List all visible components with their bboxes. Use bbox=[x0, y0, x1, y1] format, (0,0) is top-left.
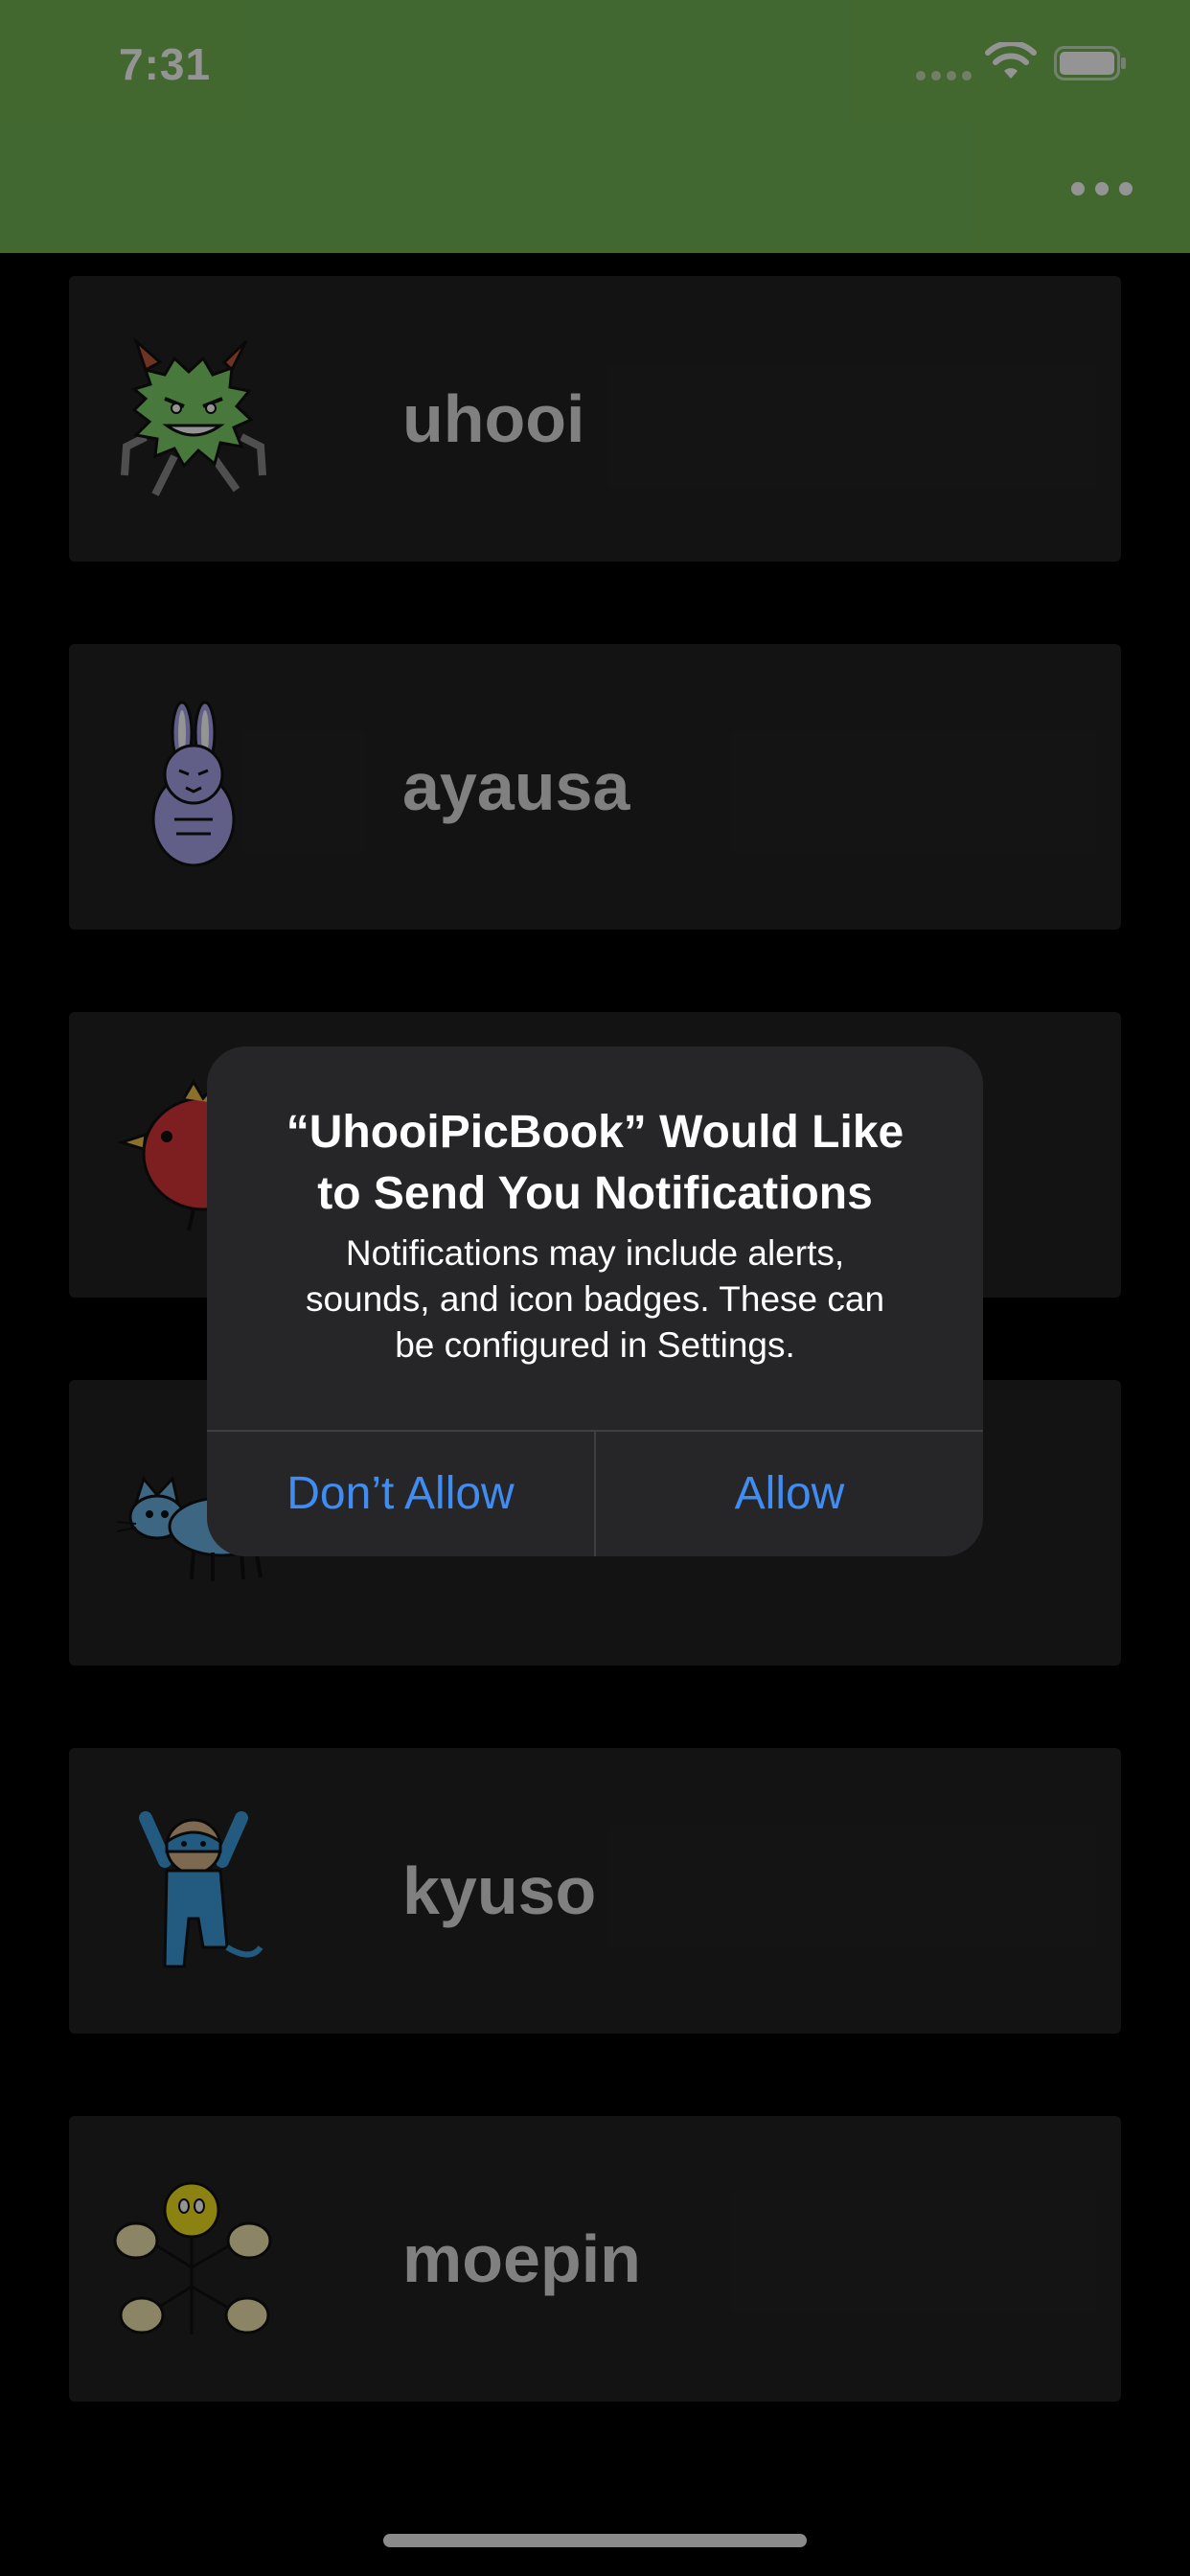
notification-permission-alert: “UhooiPicBook” Would Like to Send You No… bbox=[207, 1046, 983, 1556]
dont-allow-button[interactable]: Don’t Allow bbox=[207, 1432, 594, 1556]
alert-title: “UhooiPicBook” Would Like to Send You No… bbox=[286, 1107, 904, 1219]
home-indicator[interactable] bbox=[383, 2534, 807, 2547]
screen: 7:31 uhooi ayausa kyuso moepin “UhooiPic… bbox=[0, 0, 1190, 2576]
alert-message: Notifications may include alerts, sounds… bbox=[305, 1233, 885, 1365]
allow-button[interactable]: Allow bbox=[596, 1432, 983, 1556]
